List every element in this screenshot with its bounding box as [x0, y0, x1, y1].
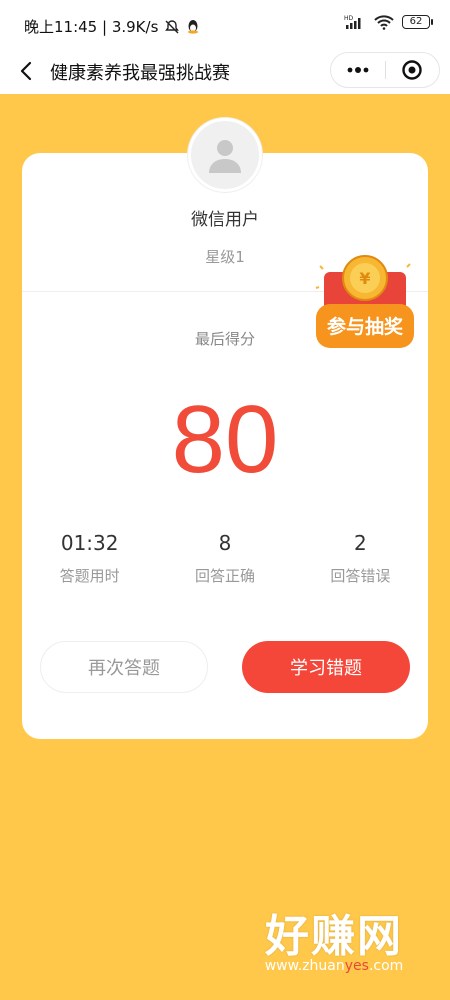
status-bar-right: HD 62	[344, 14, 433, 30]
status-time-speed: 晚上11:45 | 3.9K/s	[24, 18, 159, 36]
target-close-icon	[402, 60, 422, 80]
stats-row: 01:32 答题用时 8 回答正确 2 回答错误	[22, 531, 428, 586]
retry-button[interactable]: 再次答题	[40, 641, 208, 693]
watermark-url-a: www.zhuan	[264, 958, 345, 974]
final-score: 80	[171, 386, 279, 493]
status-bar: 晚上11:45 | 3.9K/s HD 62	[0, 0, 450, 50]
qq-penguin-icon	[188, 19, 199, 34]
close-miniprogram-button[interactable]	[386, 53, 440, 87]
user-silhouette-icon	[209, 140, 241, 173]
page-title: 健康素养我最强挑战赛	[50, 63, 230, 84]
lottery-badge[interactable]: ¥ 参与抽奖	[312, 252, 418, 352]
nav-bar: 健康素养我最强挑战赛	[0, 50, 450, 94]
avatar	[188, 118, 262, 192]
stat-wrong: 2 回答错误	[293, 531, 428, 586]
stat-time-label: 答题用时	[59, 567, 120, 585]
stat-time-value: 01:32	[60, 531, 119, 555]
svg-text:¥: ¥	[359, 269, 370, 288]
result-card: 最后得分 80 01:32 答题用时 8 回答正确 2 回答错误 再次答题 学习…	[22, 153, 428, 739]
lottery-label: 参与抽奖	[326, 316, 403, 338]
stat-wrong-value: 2	[353, 531, 367, 555]
watermark-url: www.zhuanyes.com	[234, 958, 434, 974]
battery-indicator: 62	[402, 15, 433, 29]
mute-bell-icon	[165, 19, 180, 33]
stat-correct-label: 回答正确	[194, 567, 255, 585]
user-name: 微信用户	[191, 210, 259, 230]
status-bar-left: 晚上11:45 | 3.9K/s	[24, 16, 200, 37]
stat-correct-value: 8	[218, 531, 232, 555]
watermark-main-text: 好赚网	[265, 911, 403, 962]
more-dots-icon	[347, 67, 369, 73]
more-button[interactable]	[331, 53, 385, 87]
stat-time: 01:32 答题用时	[22, 531, 157, 586]
watermark-url-b: yes	[344, 958, 369, 974]
svg-text:HD: HD	[344, 15, 354, 22]
signal-icon: HD	[344, 15, 361, 29]
stat-wrong-label: 回答错误	[330, 567, 391, 585]
study-mistakes-button[interactable]: 学习错题	[242, 641, 410, 693]
miniprogram-capsule	[330, 52, 440, 88]
back-arrow-icon[interactable]	[14, 58, 40, 84]
wifi-icon	[374, 15, 394, 30]
stat-correct: 8 回答正确	[157, 531, 292, 586]
watermark-url-c: .com	[368, 958, 404, 974]
watermark-logo: 好赚网 www.zhuanyes.com	[234, 911, 434, 975]
